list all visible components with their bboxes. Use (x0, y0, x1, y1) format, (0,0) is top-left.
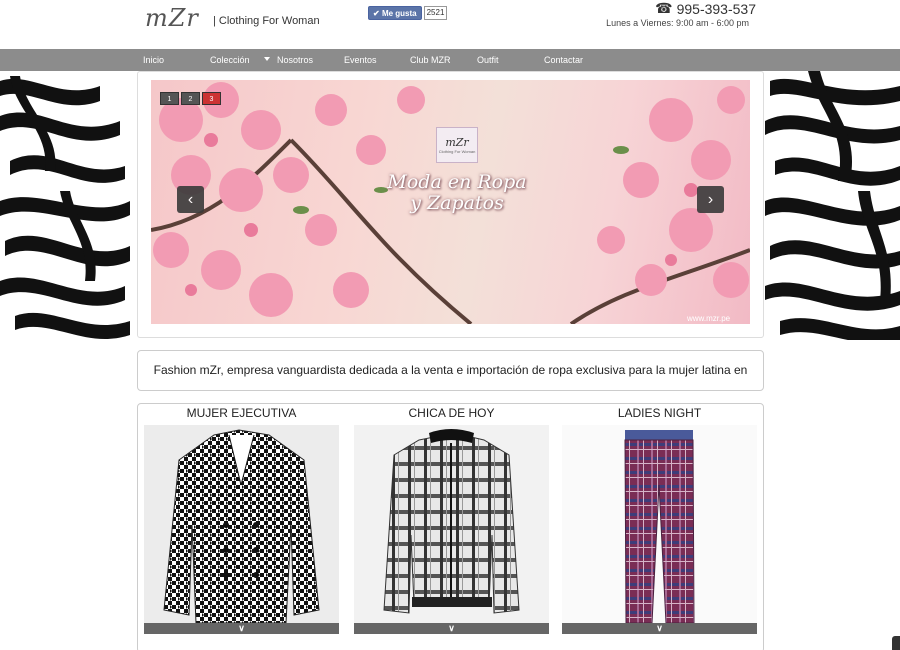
slider-page-2[interactable]: 2 (181, 92, 200, 105)
slide-logo-subtext: Clothing For Woman (438, 149, 476, 154)
chevron-right-icon: › (707, 191, 714, 208)
facebook-like-label: Me gusta (381, 9, 417, 18)
slider-next-button[interactable]: › (697, 186, 724, 213)
chevron-down-icon: ∨ (656, 623, 663, 633)
slide-title: Moda en Ropa y Zapatos (380, 172, 534, 214)
thumbs-up-icon: ✔ (373, 9, 380, 18)
nav-item-nosotros[interactable]: Nosotros (277, 49, 313, 71)
side-tab[interactable] (892, 636, 900, 650)
category-title-mujer-ejecutiva: MUJER EJECUTIVA (186, 406, 297, 420)
slide-title-line-2: y Zapatos (410, 192, 504, 214)
phone-contact: ☎ 995-393-537 (655, 0, 756, 17)
nav-item-eventos[interactable]: Eventos (344, 49, 377, 71)
category-title-chica-de-hoy: CHICA DE HOY (408, 406, 495, 420)
company-description: Fashion mZr, empresa vanguardista dedica… (137, 350, 764, 416)
slide-title-line-1: Moda en Ropa (387, 171, 527, 193)
nav-item-club-mzr[interactable]: Club MZR (410, 49, 451, 71)
expand-mujer-ejecutiva-button[interactable]: ∨ (144, 623, 339, 634)
chevron-left-icon: ‹ (187, 191, 194, 208)
phone-icon: ☎ (655, 0, 673, 16)
chevron-down-icon: ∨ (448, 623, 455, 633)
expand-chica-de-hoy-button[interactable]: ∨ (354, 623, 549, 634)
nav-item-contactar[interactable]: Contactar (544, 49, 583, 71)
site-tagline: | Clothing For Woman (213, 15, 320, 27)
product-image-plaid-bomber[interactable] (354, 425, 549, 623)
slide-brand-logo: mZr Clothing For Woman (436, 127, 478, 163)
product-image-plaid-trousers[interactable] (562, 425, 757, 623)
business-hours: Lunes a Viernes: 9:00 am - 6:00 pm (606, 18, 749, 28)
main-navigation: Inicio Colección Nosotros Eventos Club M… (0, 49, 900, 71)
category-title-ladies-night: LADIES NIGHT (617, 406, 702, 420)
nav-item-inicio[interactable]: Inicio (143, 49, 164, 71)
phone-number: 995-393-537 (676, 0, 756, 17)
facebook-like-button[interactable]: ✔ Me gusta (368, 6, 422, 20)
nav-item-coleccion[interactable]: Colección (210, 49, 250, 71)
facebook-like-count: 2521 (423, 6, 448, 20)
slider-prev-button[interactable]: ‹ (177, 186, 204, 213)
slider-pager: 1 2 3 (160, 92, 221, 105)
slide-watermark: www.mzr.pe (687, 314, 731, 323)
expand-ladies-night-button[interactable]: ∨ (562, 623, 757, 634)
nav-item-outfit[interactable]: Outfit (477, 49, 499, 71)
slide-logo-text: mZr (445, 136, 469, 149)
caret-down-icon[interactable] (264, 57, 270, 61)
facebook-like-widget[interactable]: ✔ Me gusta 2521 (368, 6, 448, 20)
product-image-houndstooth-coat[interactable] (144, 425, 339, 623)
slider-page-3[interactable]: 3 (202, 92, 221, 105)
chevron-down-icon: ∨ (238, 623, 245, 633)
slider-page-1[interactable]: 1 (160, 92, 179, 105)
site-logo[interactable]: mZr (145, 4, 199, 32)
